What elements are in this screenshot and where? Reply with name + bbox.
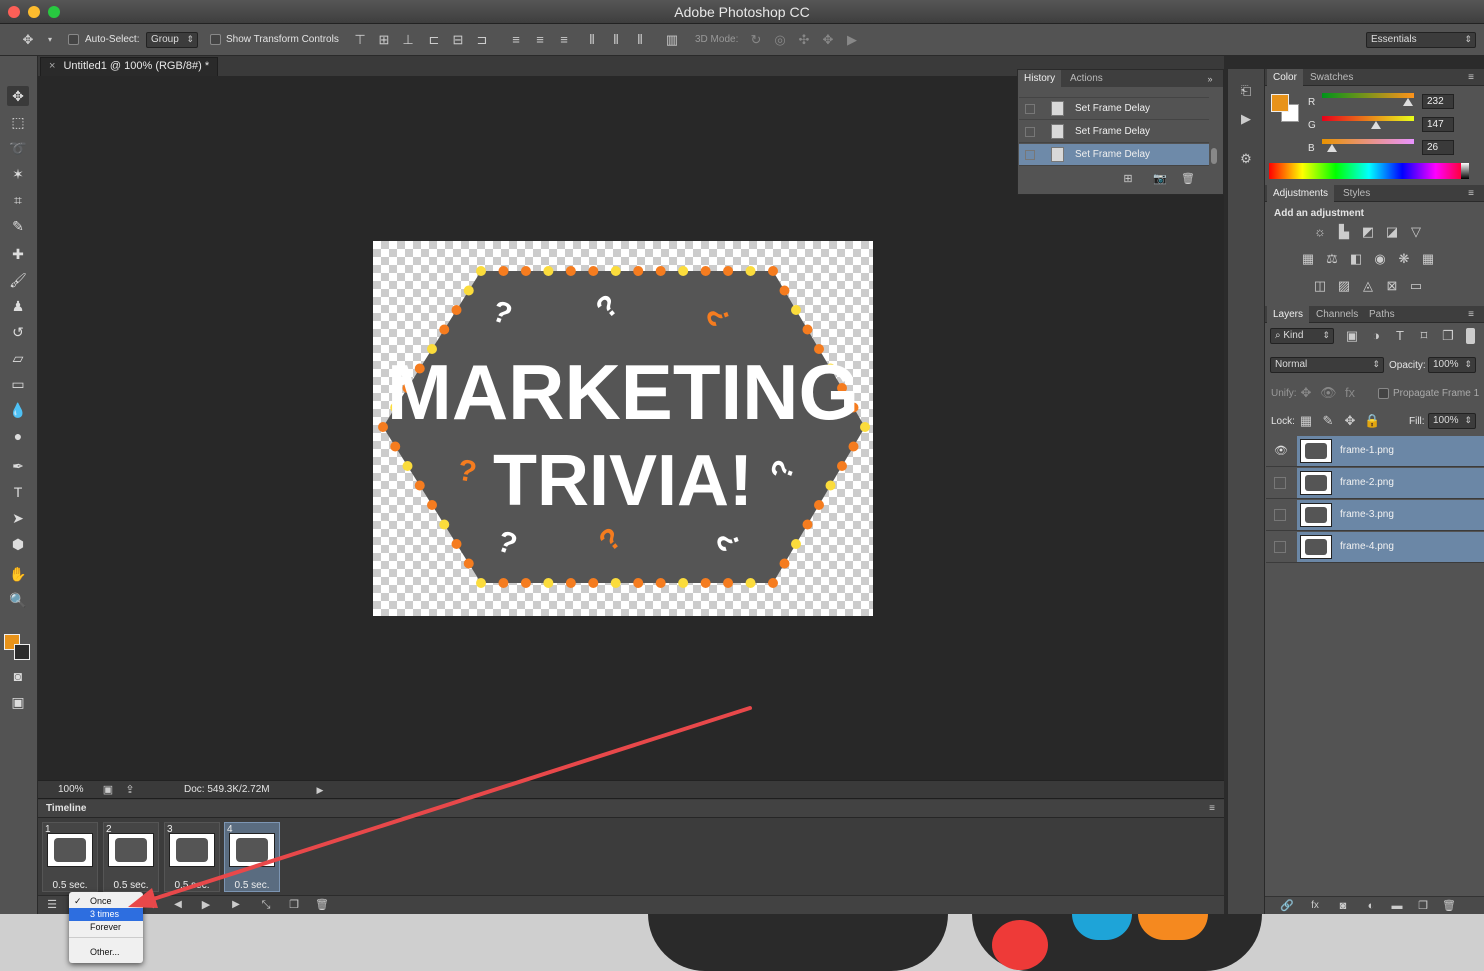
color-panel-foreground-swatch[interactable] <box>1271 94 1289 112</box>
annotation-arrow <box>128 706 752 908</box>
